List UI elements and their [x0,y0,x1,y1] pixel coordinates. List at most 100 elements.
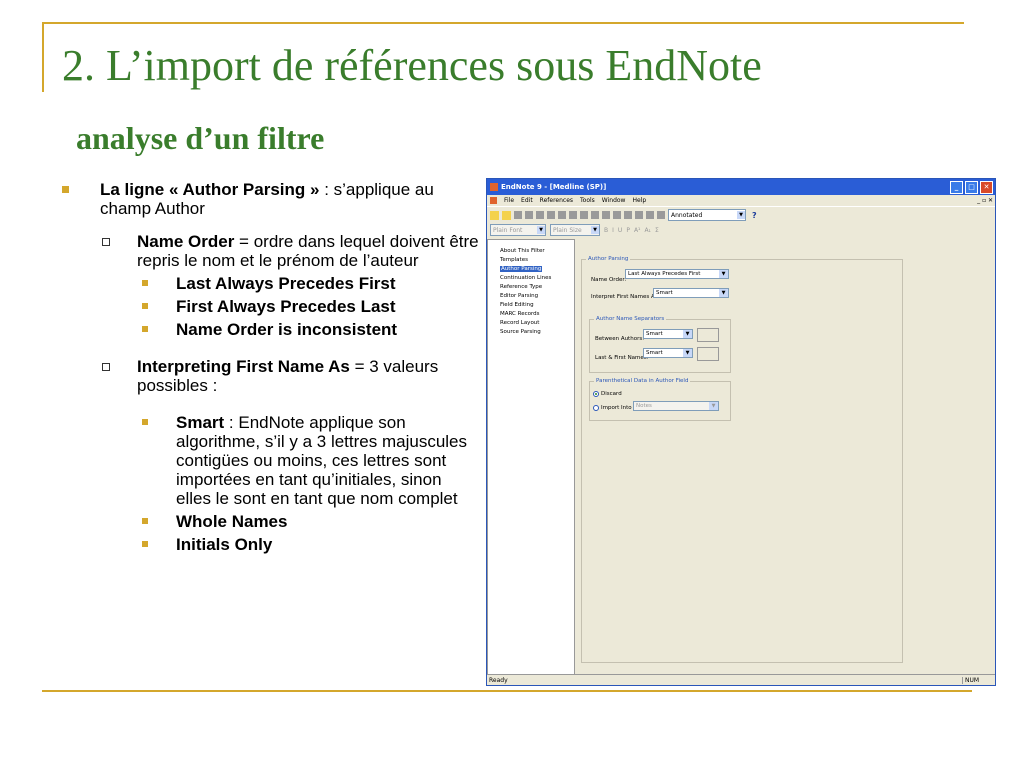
bullet-text: Initials Only [176,535,273,554]
bullet-option: Last Always Precedes First [60,274,480,293]
maximize-icon[interactable]: □ [965,180,978,194]
delete-icon[interactable] [580,211,588,219]
between-label: Between Authors: [595,336,645,342]
doc-icon [490,197,497,204]
new-icon[interactable] [490,210,499,220]
bullet-smart: Smart : EndNote applique son algorithme,… [60,413,480,508]
author-parsing-panel: Author Parsing Name Order: Last Always P… [577,239,995,675]
format-icon[interactable] [613,211,621,219]
radio-selected-icon [593,391,599,397]
import-label: Import Into [601,405,632,411]
open-icon[interactable] [502,210,511,220]
bold-button[interactable]: B [604,227,608,234]
font-value: Plain Font [493,226,523,234]
italic-button[interactable]: I [612,227,614,234]
slide-subtitle: analyse d’un filtre [76,120,325,156]
main-toolbar: Annotated ▼ ? [487,206,995,223]
tree-item-reference-type[interactable]: Reference Type [488,284,574,293]
tree-item-record-layout[interactable]: Record Layout [488,320,574,329]
bullet-text: Name Order is inconsistent [176,320,398,339]
name-order-value: Last Always Precedes First [628,271,701,277]
font-select[interactable]: Plain Font ▼ [490,224,546,236]
lastfirst-value: Smart [646,350,663,356]
menu-tools[interactable]: Tools [580,197,595,204]
save-icon[interactable] [514,211,522,219]
chevron-down-icon: ▼ [719,270,728,278]
group-label: Parenthetical Data in Author Field [594,378,691,384]
minimize-icon[interactable]: _ [950,180,963,194]
tree-item-continuation[interactable]: Continuation Lines [488,275,574,284]
size-value: Plain Size [553,226,582,234]
window-title: EndNote 9 - [Medline (SP)] [501,183,607,191]
bullet-author-parsing: La ligne « Author Parsing » : s’applique… [60,180,480,218]
preview-icon[interactable] [624,211,632,219]
import-into-radio[interactable]: Import Into [593,405,632,411]
help-icon[interactable]: ? [752,211,757,220]
bullet-bold: La ligne « Author Parsing » [100,180,325,199]
copy-icon[interactable] [536,211,544,219]
discard-radio[interactable]: Discard [593,391,622,397]
subscript-button[interactable]: A₁ [644,227,651,234]
plain-button[interactable]: P [626,227,630,234]
group-label: Author Parsing [586,256,631,262]
menu-window[interactable]: Window [602,197,626,204]
tree-item-source-parsing[interactable]: Source Parsing [488,329,574,338]
bullet-bold: Smart [176,413,225,432]
insert-citation-icon[interactable] [602,211,610,219]
sort-icon[interactable] [569,211,577,219]
lastfirst-custom-field[interactable] [697,347,719,361]
bottom-rule [42,690,972,692]
tree-item-marc[interactable]: MARC Records [488,311,574,320]
size-select[interactable]: Plain Size ▼ [550,224,600,236]
app-icon [490,183,498,191]
menu-edit[interactable]: Edit [521,197,533,204]
interpret-value: Smart [656,290,673,296]
find-icon[interactable] [558,211,566,219]
hollow-square-bullet-icon [102,238,110,246]
underline-button[interactable]: U [618,227,622,234]
menu-help[interactable]: Help [632,197,646,204]
library-icon[interactable] [591,211,599,219]
slide-content: La ligne « Author Parsing » : s’applique… [60,180,480,558]
name-order-select[interactable]: Last Always Precedes First ▼ [625,269,729,279]
lastfirst-select[interactable]: Smart ▼ [643,348,693,358]
symbol-button[interactable]: Σ [655,227,659,234]
import-value: Notes [636,403,652,409]
square-bullet-icon [142,419,148,425]
tree-item-author-parsing[interactable]: Author Parsing [488,266,574,275]
bullet-text: Whole Names [176,512,288,531]
menu-file[interactable]: File [504,197,514,204]
style-value: Annotated [671,211,703,219]
link-icon[interactable] [635,211,643,219]
menu-bar: File Edit References Tools Window Help _… [487,195,995,206]
doc-window-controls[interactable]: _ ▫ ✕ [977,197,995,204]
interpret-select[interactable]: Smart ▼ [653,288,729,298]
chevron-down-icon: ▼ [537,226,545,234]
chevron-down-icon: ▼ [591,226,599,234]
top-rule [42,22,964,24]
tree-item-about[interactable]: About This Filter [488,248,574,257]
import-into-select[interactable]: Notes ▼ [633,401,719,411]
group-label: Author Name Separators [594,316,667,322]
square-bullet-icon [142,303,148,309]
square-bullet-icon [142,280,148,286]
tree-item-templates[interactable]: Templates [488,257,574,266]
close-icon[interactable]: ✕ [980,180,993,194]
image-icon[interactable] [646,211,654,219]
bullet-interpreting: Interpreting First Name As = 3 valeurs p… [60,357,480,395]
bullet-bold: Name Order [137,232,235,251]
status-bar: Ready NUM [487,674,995,685]
tree-item-editor-parsing[interactable]: Editor Parsing [488,293,574,302]
window-icon[interactable] [657,211,665,219]
tree-item-field-editing[interactable]: Field Editing [488,302,574,311]
bullet-text: Last Always Precedes First [176,274,396,293]
between-custom-field[interactable] [697,328,719,342]
between-select[interactable]: Smart ▼ [643,329,693,339]
menu-references[interactable]: References [540,197,573,204]
format-toolbar: Plain Font ▼ Plain Size ▼ B I U P A¹ A₁ Σ [487,223,995,237]
cut-icon[interactable] [525,211,533,219]
superscript-button[interactable]: A¹ [634,227,641,234]
paste-icon[interactable] [547,211,555,219]
style-select[interactable]: Annotated ▼ [668,209,746,221]
chevron-down-icon: ▼ [737,211,745,219]
